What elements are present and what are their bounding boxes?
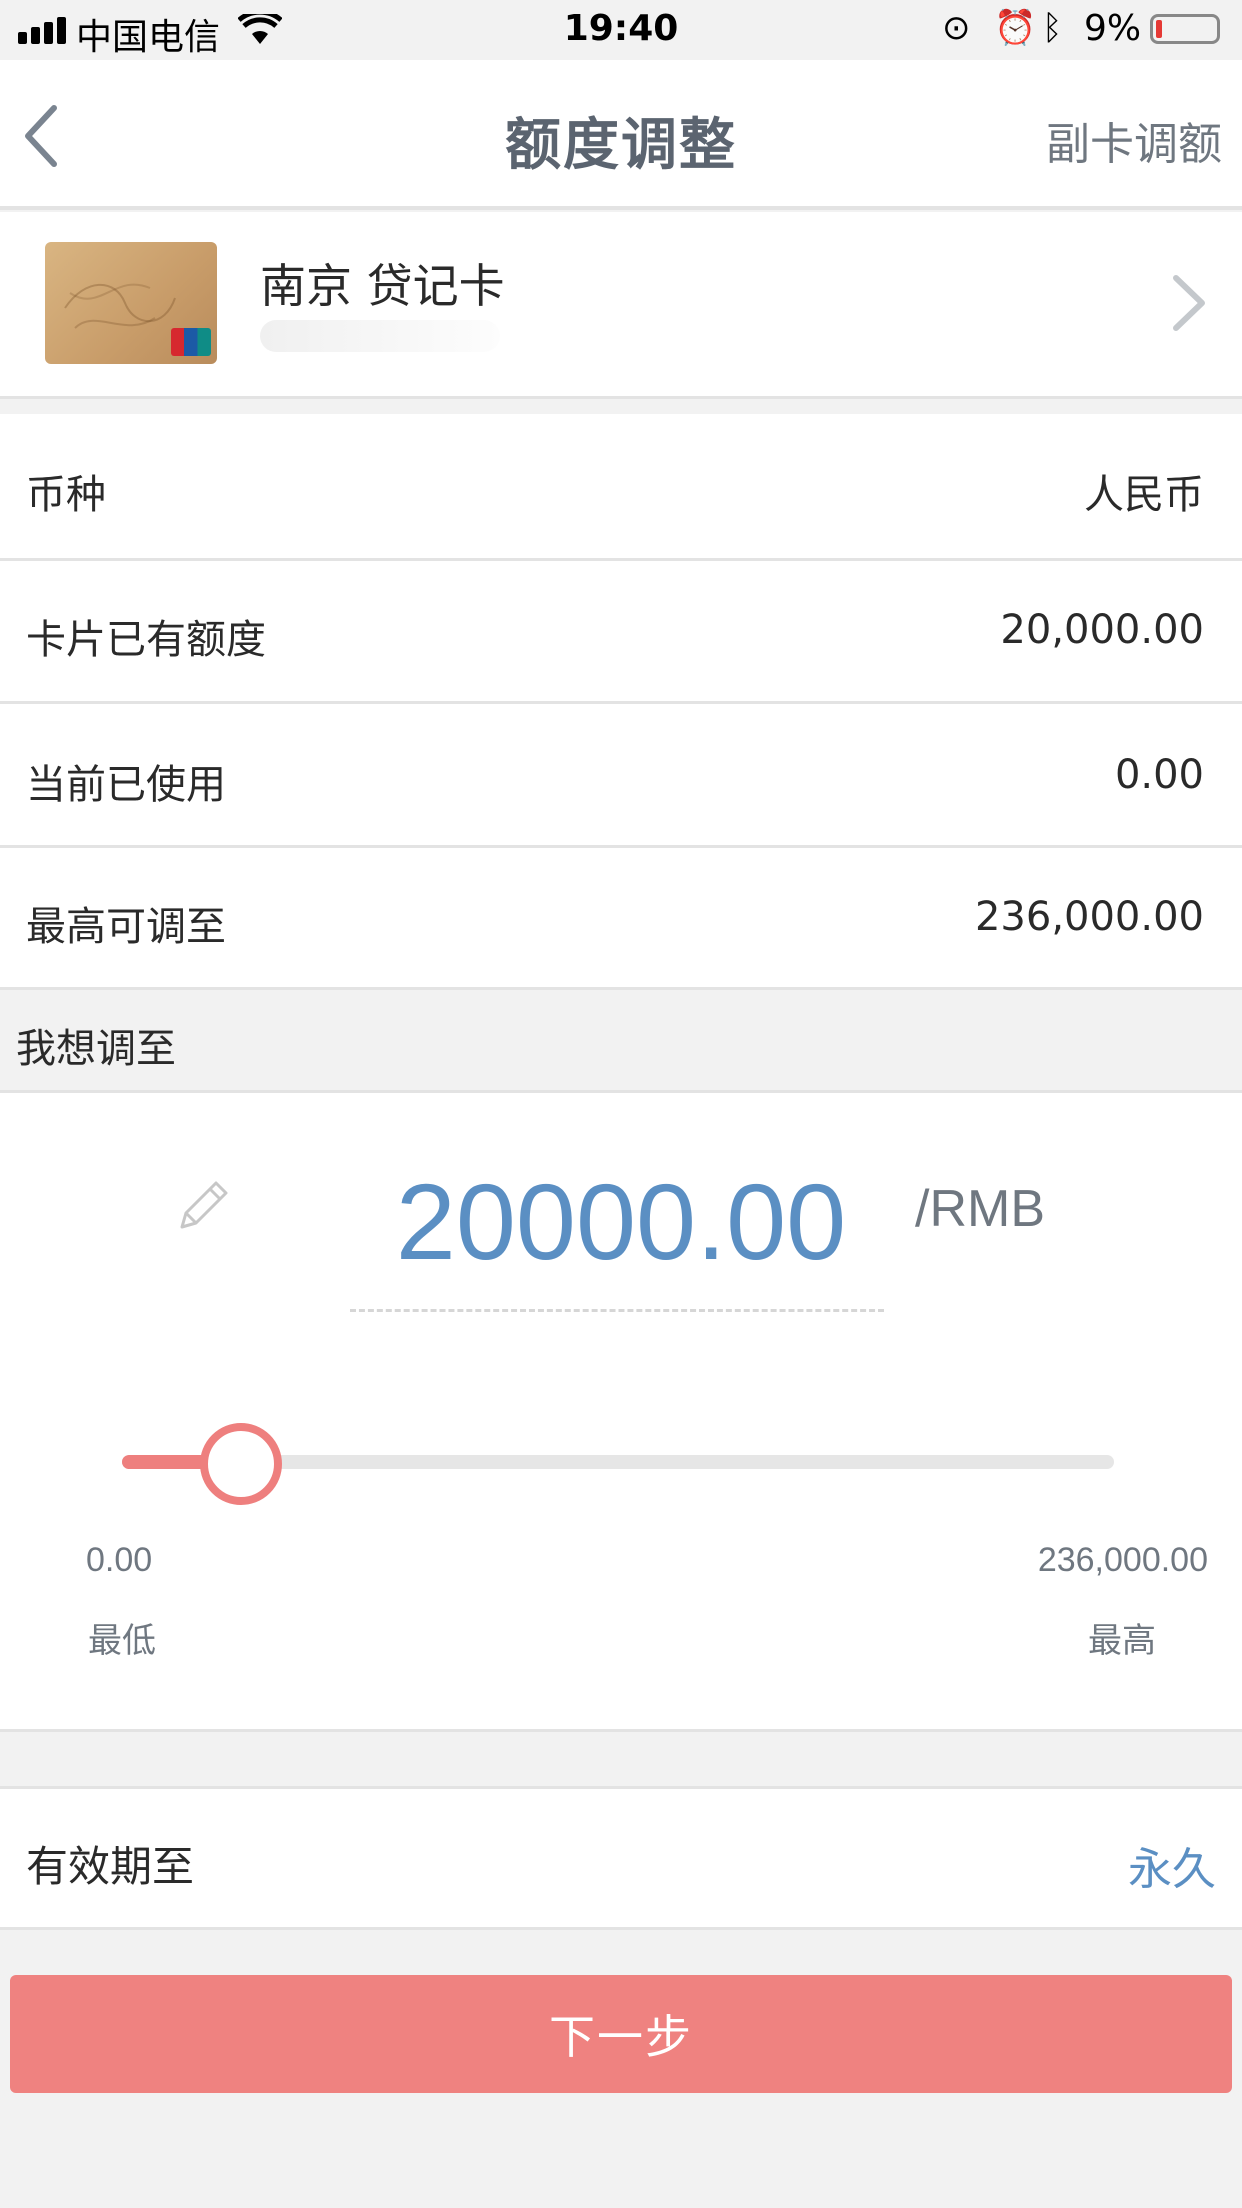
battery-percent: 9%: [1084, 8, 1142, 49]
currency-value: 人民币: [1084, 472, 1204, 518]
max-limit-value: 236,000.00: [974, 894, 1204, 940]
amount-panel: 20000.00 /RMB 0.00 236,000.00 最低 最高: [0, 1093, 1242, 1732]
amount-input[interactable]: 20000.00: [0, 1159, 1242, 1284]
bluetooth-icon: ᛒ: [1042, 8, 1063, 48]
info-row-currency: 币种 人民币: [0, 414, 1242, 561]
status-bar: 中国电信 19:40 ⊙ ⏰ ᛒ 9%: [0, 0, 1242, 60]
next-step-button[interactable]: 下一步: [10, 1975, 1232, 2093]
validity-value[interactable]: 永久: [1128, 1833, 1216, 1897]
card-selector[interactable]: 南京 贷记卡: [0, 212, 1242, 399]
current-limit-label: 卡片已有额度: [26, 617, 266, 663]
nav-bar: 额度调整 副卡调额: [0, 60, 1242, 210]
slider-min-value: 0.00: [86, 1541, 153, 1579]
currency-label: 币种: [26, 472, 106, 518]
slider-max-label: 最高: [1088, 1621, 1156, 1661]
battery-icon: [1150, 14, 1220, 44]
used-value: 0.00: [1114, 752, 1204, 798]
card-number-masked: [260, 320, 500, 352]
card-pattern: [64, 283, 176, 329]
slider-max-value: 236,000.00: [1037, 1541, 1208, 1579]
info-row-used: 当前已使用 0.00: [0, 704, 1242, 848]
secondary-card-adjust-link[interactable]: 副卡调额: [1046, 108, 1222, 172]
used-label: 当前已使用: [26, 762, 226, 808]
section-header: 我想调至: [0, 990, 1242, 1093]
info-row-current-limit: 卡片已有额度 20,000.00: [0, 561, 1242, 704]
slider-min-label: 最低: [88, 1621, 156, 1661]
amount-unit: /RMB: [915, 1180, 1045, 1238]
limit-slider-track[interactable]: [122, 1423, 1114, 1505]
current-limit-value: 20,000.00: [1000, 607, 1204, 653]
chevron-right-icon[interactable]: [1162, 268, 1212, 338]
section-title: 我想调至: [16, 1026, 176, 1072]
alarm-icon: ⏰: [994, 8, 1037, 48]
info-row-max-limit: 最高可调至 236,000.00: [0, 848, 1242, 990]
unionpay-logo: [171, 328, 211, 356]
card-thumbnail: [45, 242, 217, 364]
card-name: 南京 贷记卡: [260, 259, 505, 313]
limit-slider-thumb[interactable]: [200, 1423, 282, 1505]
max-limit-label: 最高可调至: [26, 904, 226, 950]
amount-underline: [350, 1309, 884, 1312]
validity-row[interactable]: 有效期至 永久: [0, 1786, 1242, 1930]
rotation-lock-icon: ⊙: [942, 8, 971, 48]
validity-label: 有效期至: [26, 1842, 195, 1891]
